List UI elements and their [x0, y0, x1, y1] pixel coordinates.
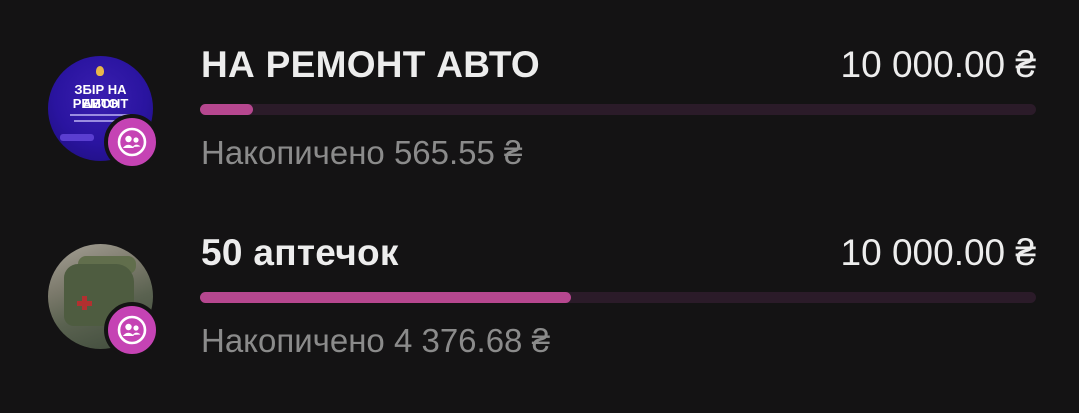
progress-track — [200, 104, 1036, 115]
jar-title: 50 аптечок — [201, 232, 399, 273]
progress-fill — [200, 292, 572, 303]
avatar-decor-button — [60, 134, 94, 141]
jar-goal-amount: 10 000.00 ₴ — [840, 44, 1036, 85]
jar-saved-amount: Накопичено 4 376.68 ₴ — [201, 322, 550, 359]
logo-icon — [96, 66, 104, 76]
avatar-text-line2: АВТО — [82, 96, 119, 111]
jar-avatar-wrap — [48, 244, 168, 364]
progress-fill — [200, 104, 253, 115]
shared-jar-icon — [104, 114, 160, 170]
progress-track — [200, 292, 1036, 303]
jar-saved-amount: Накопичено 565.55 ₴ — [201, 134, 523, 171]
jar-item[interactable]: ЗБІР НА РЕМОНТ АВТО НА РЕМОНТ АВТО 10 00… — [0, 20, 1079, 205]
jar-title: НА РЕМОНТ АВТО — [201, 44, 540, 85]
shared-jar-icon — [104, 302, 160, 358]
jar-item[interactable]: 50 аптечок 10 000.00 ₴ Накопичено 4 376.… — [0, 208, 1079, 393]
red-cross-icon — [77, 301, 92, 306]
jar-goal-amount: 10 000.00 ₴ — [840, 232, 1036, 273]
jar-avatar-wrap: ЗБІР НА РЕМОНТ АВТО — [48, 56, 168, 176]
